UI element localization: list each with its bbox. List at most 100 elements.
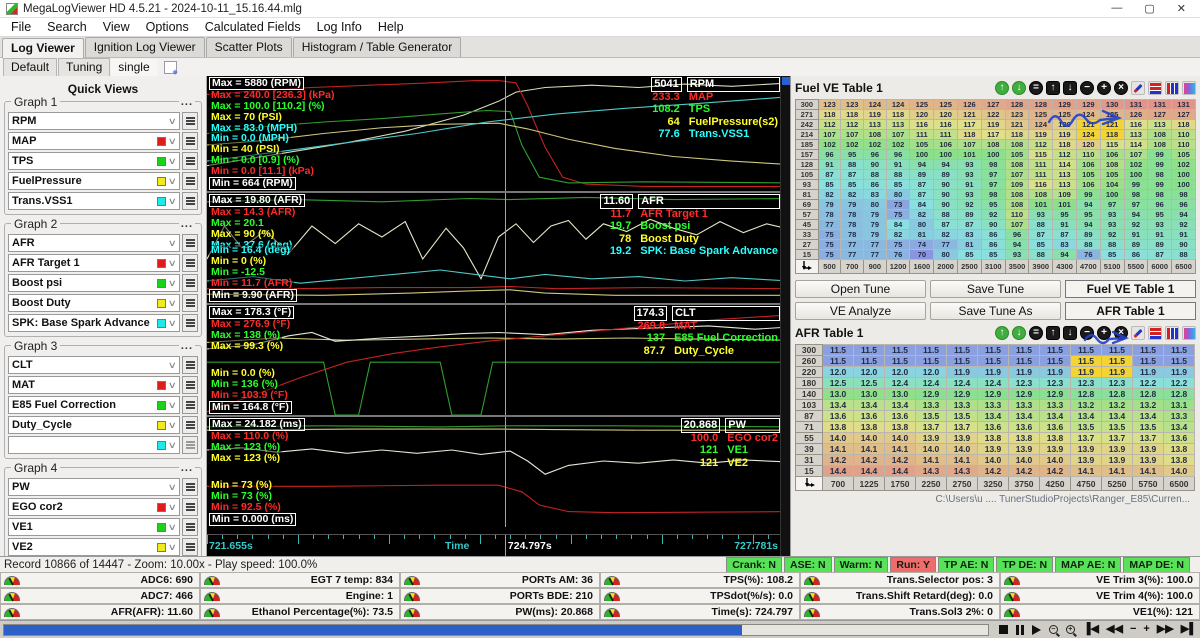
menu-log-info[interactable]: Log Info (310, 19, 369, 35)
table-cell[interactable]: 91 (1148, 230, 1172, 240)
pause-button[interactable] (1016, 625, 1024, 635)
table-cell[interactable]: 113 (1053, 180, 1077, 190)
table-cell[interactable]: 125 (1053, 110, 1077, 120)
interpolate-columns-icon[interactable] (1165, 326, 1179, 340)
table-cell[interactable]: 11.9 (1164, 367, 1195, 378)
table-cell[interactable]: 74 (910, 240, 934, 250)
table-cell[interactable]: 14.4 (885, 466, 916, 477)
graph-area[interactable]: Max = 5880 (RPM)Max = 240.0 [236.3] (kPa… (207, 76, 790, 556)
table-cell[interactable]: 107 (958, 140, 982, 150)
table-cell[interactable]: 86 (981, 230, 1005, 240)
table-cell[interactable]: 12.5 (823, 378, 854, 389)
group-options-icon[interactable]: ... (179, 462, 195, 474)
table-cell[interactable]: 11.5 (854, 356, 885, 367)
table-cell[interactable]: 76 (886, 250, 910, 260)
table-cell[interactable]: 13.6 (854, 411, 885, 422)
table-cell[interactable]: 122 (981, 110, 1005, 120)
menu-view[interactable]: View (96, 19, 137, 35)
table-cell[interactable]: 108 (1029, 190, 1053, 200)
fuel-ve-table-tab[interactable]: Fuel VE Table 1 (1065, 280, 1196, 298)
table-cell[interactable]: 88 (864, 170, 887, 180)
table-cell[interactable]: 112 (1053, 150, 1077, 160)
table-cell[interactable]: 13.6 (1164, 433, 1195, 444)
increment-icon[interactable]: + (1097, 81, 1111, 95)
table-cell[interactable]: 12.2 (1133, 378, 1164, 389)
series-select-rpm[interactable]: RPM∨ (8, 112, 180, 130)
table-cell[interactable]: 12.4 (885, 378, 916, 389)
table-cell[interactable]: 93 (958, 170, 982, 180)
table-cell[interactable]: 13.2 (1133, 400, 1164, 411)
table-cell[interactable]: 12.4 (916, 378, 947, 389)
table-cell[interactable]: 14.2 (978, 466, 1009, 477)
table-cell[interactable]: 11.9 (947, 367, 978, 378)
shift-down-icon[interactable]: ↓ (1063, 326, 1077, 340)
table-cell[interactable]: 83 (958, 230, 982, 240)
table-cell[interactable]: 13.0 (885, 389, 916, 400)
skip-end-icon[interactable]: ▶▌ (1181, 624, 1197, 635)
table-cell[interactable]: 13.9 (1071, 444, 1102, 455)
table-cell[interactable]: 78 (841, 220, 864, 230)
scale-down-icon[interactable]: ↓ (1012, 81, 1026, 95)
table-cell[interactable]: 89 (934, 170, 958, 180)
table-cell[interactable]: 131 (1148, 100, 1172, 110)
table-cell[interactable]: 118 (958, 130, 982, 140)
table-cell[interactable]: 11.9 (1009, 367, 1040, 378)
table-cell[interactable]: 100 (1100, 190, 1124, 200)
table-cell[interactable]: 93 (958, 190, 982, 200)
table-cell[interactable]: 108 (1148, 140, 1172, 150)
table-cell[interactable]: 77 (841, 250, 864, 260)
table-cell[interactable]: 105 (910, 140, 934, 150)
table-cell[interactable]: 91 (886, 160, 910, 170)
series-color-swatch[interactable] (157, 319, 166, 328)
table-cell[interactable]: 14.0 (854, 433, 885, 444)
ve-analyze-button[interactable]: VE Analyze (795, 302, 926, 320)
table-cell[interactable]: 101 (1053, 200, 1077, 210)
table-cell[interactable]: 12.8 (1071, 389, 1102, 400)
graph-1[interactable]: Max = 5880 (RPM)Max = 240.0 [236.3] (kPa… (207, 76, 790, 191)
table-cell[interactable]: 80 (934, 250, 958, 260)
set-equal-icon[interactable]: = (1029, 81, 1043, 95)
table-cell[interactable]: 82 (886, 230, 910, 240)
series-menu-button[interactable] (182, 436, 198, 454)
table-cell[interactable]: 86 (981, 240, 1005, 250)
table-cell[interactable]: 13.3 (947, 400, 978, 411)
table-cell[interactable]: 14.0 (947, 444, 978, 455)
table-cell[interactable]: 119 (981, 120, 1005, 130)
close-icon[interactable]: ✕ (1177, 2, 1186, 15)
series-select-trans-vss1[interactable]: Trans.VSS1∨ (8, 192, 180, 210)
table-cell[interactable]: 11.5 (978, 356, 1009, 367)
table-cell[interactable]: 94 (1124, 210, 1148, 220)
table-cell[interactable]: 13.6 (885, 411, 916, 422)
table-cell[interactable]: 78 (841, 230, 864, 240)
table-cell[interactable]: 108 (981, 140, 1005, 150)
table-cell[interactable]: 124 (1029, 120, 1053, 130)
maximize-icon[interactable]: ▢ (1144, 2, 1154, 15)
table-cell[interactable]: 87 (1148, 250, 1172, 260)
table-cell[interactable]: 93 (1100, 220, 1124, 230)
table-cell[interactable]: 13.7 (1133, 433, 1164, 444)
table-cell[interactable]: 100 (1124, 170, 1148, 180)
table-cell[interactable]: 125 (1100, 110, 1124, 120)
table-cell[interactable]: 11.5 (916, 345, 947, 356)
table-cell[interactable]: 13.9 (1133, 444, 1164, 455)
table-cell[interactable]: 12.2 (1164, 378, 1195, 389)
series-menu-button[interactable] (182, 478, 198, 496)
group-options-icon[interactable]: ... (179, 96, 195, 108)
table-cell[interactable]: 93 (1005, 250, 1029, 260)
shift-down-icon[interactable]: ↓ (1063, 81, 1077, 95)
series-menu-button[interactable] (182, 396, 198, 414)
table-cell[interactable]: 90 (934, 190, 958, 200)
table-cell[interactable]: 87 (841, 170, 864, 180)
table-cell[interactable]: 128 (1029, 100, 1053, 110)
series-menu-button[interactable] (182, 234, 198, 252)
table-cell[interactable]: 123 (1005, 110, 1029, 120)
subtab-default[interactable]: Default (3, 58, 57, 76)
edit-pencil-icon[interactable] (1131, 326, 1145, 340)
playback-cursor[interactable] (505, 76, 506, 191)
table-cell[interactable]: 124 (864, 100, 887, 110)
series-menu-button[interactable] (182, 538, 198, 556)
table-cell[interactable]: 11.9 (1040, 367, 1071, 378)
table-cell[interactable]: 14.2 (885, 455, 916, 466)
step-forward-icon[interactable]: + (1143, 624, 1149, 635)
table-cell[interactable]: 119 (1029, 130, 1053, 140)
